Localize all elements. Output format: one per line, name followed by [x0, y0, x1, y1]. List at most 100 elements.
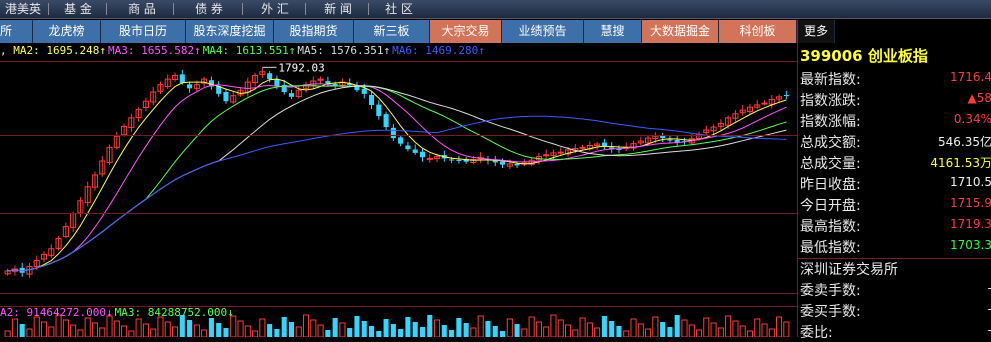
- top-menu-bar: 港美英基 金商 品债 券外 汇新 闻社 区: [0, 0, 991, 19]
- volume-bar: [667, 327, 672, 337]
- volume-bar: [376, 331, 381, 337]
- volume-bar: [238, 321, 243, 337]
- quote-label: 总成交量:: [800, 153, 861, 173]
- volume-bar: [696, 330, 701, 337]
- exchange-row: 深圳证券交易所: [798, 258, 991, 279]
- nav-tab[interactable]: 科创板: [719, 20, 797, 43]
- nav-tab[interactable]: 业绩预告: [502, 20, 584, 43]
- volume-bar: [704, 318, 709, 337]
- volume-bar: [27, 329, 32, 337]
- quote-value: 1719.3: [950, 217, 991, 231]
- volume-bar: [558, 320, 563, 337]
- volume-bar: [689, 325, 694, 337]
- top-menu-item[interactable]: 港美英: [0, 0, 46, 18]
- volume-bar: [544, 327, 549, 337]
- volume-bar: [682, 320, 687, 337]
- candle-body: [376, 105, 381, 116]
- volume-bar: [194, 325, 199, 337]
- volume-bar: [515, 324, 520, 337]
- top-menu-item[interactable]: 商 品: [113, 0, 171, 18]
- nav-tab[interactable]: 所: [0, 20, 33, 43]
- nav-tab[interactable]: 股指期货: [274, 20, 354, 43]
- volume-bar: [500, 331, 505, 337]
- volume-bar: [143, 324, 148, 337]
- volume-bar: [595, 328, 600, 337]
- top-menu-item[interactable]: 外 汇: [247, 0, 303, 18]
- menu-separator: [305, 3, 306, 15]
- candle-body: [784, 95, 789, 96]
- volume-bar: [755, 319, 760, 337]
- candle-body: [602, 143, 607, 147]
- volume-bar: [726, 316, 731, 337]
- quote-row: 最高指数:1719.3: [798, 215, 991, 236]
- volume-bar: [536, 322, 541, 337]
- menu-separator: [242, 3, 243, 15]
- volume-bar: [245, 326, 250, 337]
- volume-bar: [609, 321, 614, 337]
- grid-line: [0, 293, 797, 294]
- volume-bar: [493, 326, 498, 337]
- ma5-line: [8, 86, 787, 271]
- nav-tab[interactable]: 慧搜: [584, 20, 642, 43]
- ma4-line: [8, 86, 787, 271]
- nav-tab[interactable]: 股市日历: [101, 20, 186, 43]
- quote-label: 委卖手数:: [800, 280, 861, 300]
- volume-bar: [85, 318, 90, 337]
- volume-bar: [12, 319, 17, 337]
- volume-bar: [216, 323, 221, 337]
- nav-tab[interactable]: 大宗交易: [430, 20, 502, 43]
- volume-bar: [427, 315, 432, 337]
- volume-bar: [660, 322, 665, 337]
- quote-value: -: [988, 302, 991, 316]
- volume-bar: [296, 327, 301, 337]
- volume-bar: [507, 319, 512, 337]
- nav-tab[interactable]: 新三板: [354, 20, 430, 43]
- top-menu-item[interactable]: 债 券: [178, 0, 240, 18]
- volume-bar: [485, 321, 490, 337]
- volume-bar: [529, 317, 534, 337]
- top-menu-item[interactable]: 基 金: [52, 0, 104, 18]
- volume-bar: [282, 317, 287, 337]
- quote-row: 昨日收盘:1710.5: [798, 173, 991, 194]
- volume-bar: [369, 326, 374, 337]
- nav-tab[interactable]: 更多: [797, 20, 835, 43]
- volume-bar: [740, 326, 745, 337]
- volume-bar: [573, 330, 578, 337]
- volume-bar: [638, 324, 643, 337]
- kline-chart[interactable]: 1792.03 , MA2: 1695.248↑MA3: 1655.582↑MA…: [0, 43, 795, 337]
- candle-body: [398, 137, 403, 143]
- candle-body: [413, 150, 418, 153]
- candle-body: [384, 114, 389, 127]
- volume-bar: [624, 331, 629, 337]
- volume-bar: [325, 330, 330, 337]
- volume-bar: [420, 327, 425, 337]
- candle-body: [362, 89, 367, 94]
- quote-label: 委比:: [800, 322, 833, 342]
- volume-ma-legend: A2: 91464272.000↓MA3: 84288752.000↓: [0, 306, 236, 319]
- volume-bar: [718, 328, 723, 337]
- volume-bar: [478, 316, 483, 337]
- top-menu-item[interactable]: 社 区: [373, 0, 425, 18]
- volume-bar: [253, 331, 258, 337]
- volume-bar: [41, 322, 46, 337]
- volume-bar: [631, 319, 636, 337]
- volume-bar: [71, 325, 76, 337]
- volume-bar: [107, 316, 112, 337]
- candle-body: [274, 79, 279, 86]
- nav-tab[interactable]: 股东深度挖掘: [186, 20, 274, 43]
- top-menu-item[interactable]: 新 闻: [310, 0, 366, 18]
- candle-body: [500, 161, 505, 164]
- volume-bar: [209, 318, 214, 337]
- quote-row: 总成交量:4161.53万: [798, 152, 991, 173]
- quote-label: 昨日收盘:: [800, 174, 861, 194]
- volume-bar: [442, 325, 447, 337]
- volume-bar: [456, 318, 461, 337]
- nav-tab[interactable]: 龙虎榜: [33, 20, 101, 43]
- volume-bar: [303, 315, 308, 337]
- volume-bar: [565, 325, 570, 337]
- volume-bar: [675, 315, 680, 337]
- ma3-line: [8, 84, 787, 271]
- nav-tab[interactable]: 大数据掘金: [642, 20, 719, 43]
- candle-body: [558, 152, 563, 153]
- volume-bar: [347, 328, 352, 337]
